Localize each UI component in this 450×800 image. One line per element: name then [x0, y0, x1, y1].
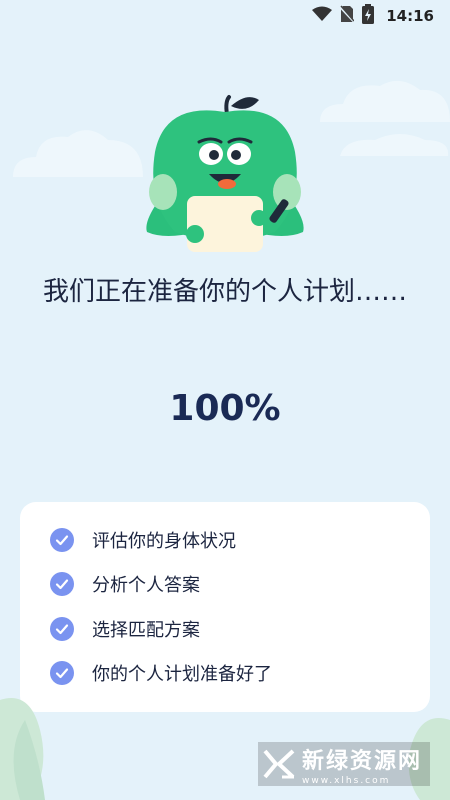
- status-icons: 14:16: [312, 4, 434, 28]
- checklist-item: 分析个人答案: [50, 569, 200, 599]
- checklist-item: 你的个人计划准备好了: [50, 658, 272, 688]
- page-title: 我们正在准备你的个人计划……: [42, 277, 407, 307]
- check-icon: [50, 528, 74, 552]
- mascot-illustration: [146, 95, 304, 252]
- watermark-text: 新绿资源网: [301, 748, 422, 774]
- checklist-item-label: 评估你的身体状况: [92, 531, 236, 552]
- checklist-item-label: 分析个人答案: [92, 575, 200, 596]
- watermark-text-group: 新绿资源网 www.xlhs.com: [302, 743, 422, 786]
- wifi-icon: [312, 6, 333, 26]
- checklist-item-label: 选择匹配方案: [92, 620, 200, 641]
- watermark: 新绿资源网 www.xlhs.com: [257, 742, 430, 786]
- watermark-logo: [263, 749, 295, 779]
- cloud-right-small: [340, 134, 449, 156]
- check-icon: [50, 661, 74, 685]
- progress-checklist-card: 评估你的身体状况 分析个人答案 选择匹配方案 你的个人计划准备好了: [20, 502, 430, 712]
- no-sim-icon: [339, 5, 355, 27]
- status-time: 14:16: [386, 7, 434, 25]
- checklist-item: 选择匹配方案: [50, 614, 200, 644]
- check-icon: [50, 572, 74, 596]
- battery-icon: [362, 4, 375, 28]
- checklist-item: 评估你的身体状况: [50, 525, 236, 555]
- progress-percent: 100%: [169, 388, 281, 429]
- cloud-right: [320, 80, 450, 122]
- watermark-url: www.xlhs.com: [301, 775, 391, 786]
- status-bar: 14:16: [0, 0, 450, 32]
- cloud-left: [13, 130, 143, 177]
- check-icon: [50, 617, 74, 641]
- checklist-item-label: 你的个人计划准备好了: [92, 664, 272, 685]
